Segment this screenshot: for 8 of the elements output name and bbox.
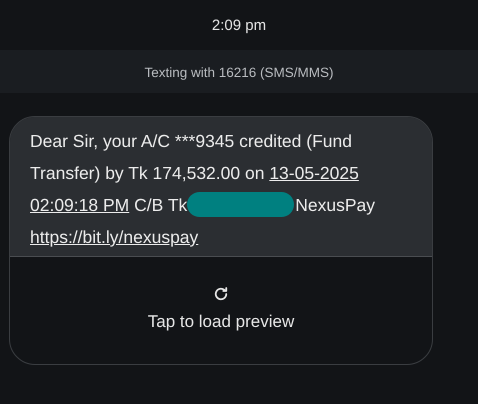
message-link[interactable]: https://bit.ly/nexuspay — [30, 227, 198, 247]
conversation-banner: Texting with 16216 (SMS/MMS) — [0, 50, 478, 93]
message-text: Dear Sir, your A/C ***9345 credited (Fund Transfer) by Tk 174,532.00 on 13-05-2025 02:09:18 PM C/B Tk NexusPay https://bit.ly/nexuspay — [10, 117, 432, 257]
message-timestamp: 2:09 pm — [210, 16, 268, 36]
message-link[interactable]: 13-05-2025 — [269, 163, 359, 183]
refresh-icon — [212, 285, 230, 303]
message-link[interactable]: 02:09:18 PM — [30, 195, 130, 215]
load-preview-button[interactable]: Tap to load preview — [10, 257, 432, 364]
